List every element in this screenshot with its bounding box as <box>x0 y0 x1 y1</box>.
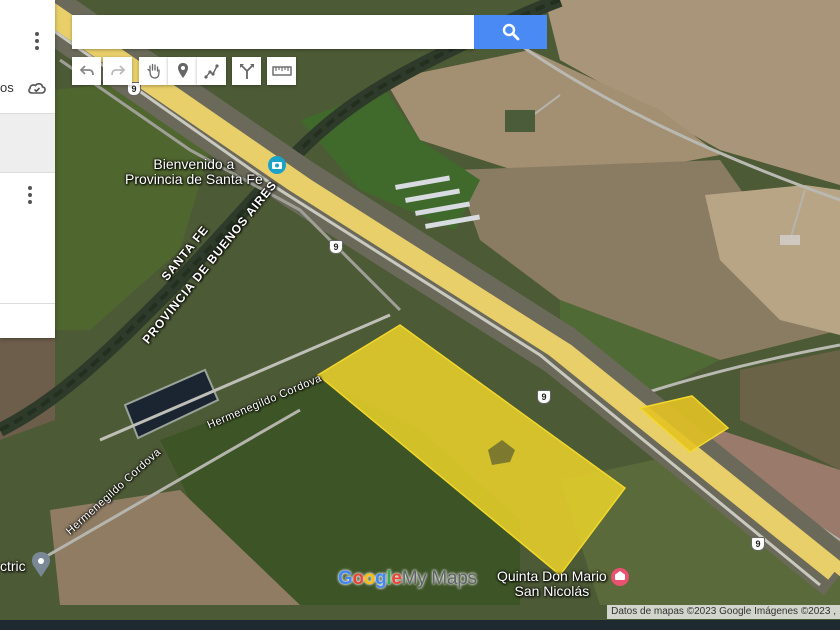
logo-letter: o <box>363 568 376 589</box>
undo-button[interactable] <box>72 57 101 85</box>
route-shield: 9 <box>537 390 551 404</box>
place-label-electric[interactable]: ctric <box>0 559 26 574</box>
cloud-save-icon[interactable] <box>27 80 47 96</box>
directions-button[interactable] <box>232 57 261 85</box>
route-shield: 9 <box>329 240 343 254</box>
camera-place-marker-icon[interactable] <box>268 156 286 174</box>
undo-icon <box>79 65 94 76</box>
logo-letter: o <box>352 568 364 589</box>
search-input[interactable] <box>72 15 474 49</box>
map-options-menu-icon[interactable] <box>27 31 47 51</box>
logo-letter: e <box>391 568 402 589</box>
quinta-place-marker-icon[interactable] <box>611 568 629 586</box>
footer-strip <box>0 620 840 630</box>
hand-icon <box>146 63 160 79</box>
redo-icon <box>110 65 125 76</box>
directions-icon <box>239 64 254 79</box>
logo-mymaps-text: My Maps <box>401 568 477 589</box>
panel-divider <box>0 172 55 173</box>
logo-google-text: Google <box>338 568 402 589</box>
draw-line-button[interactable] <box>197 57 226 85</box>
marker-icon <box>177 63 188 78</box>
side-panel: os <box>0 0 55 338</box>
route-shield: 9 <box>751 537 765 551</box>
pan-button[interactable] <box>139 57 168 85</box>
redo-button[interactable] <box>103 57 132 85</box>
map-attribution[interactable]: Datos de mapas ©2023 Google Imágenes ©20… <box>607 605 840 619</box>
layer-options-menu-icon[interactable] <box>20 185 40 205</box>
satellite-map[interactable] <box>0 0 840 630</box>
layer-row-selected[interactable] <box>0 114 55 172</box>
panel-divider <box>0 303 55 304</box>
search-icon <box>502 23 519 41</box>
ruler-icon <box>271 66 292 76</box>
logo-letter: g <box>375 568 387 589</box>
layer-text-fragment: os <box>0 80 14 95</box>
logo-letter: G <box>338 568 353 589</box>
measure-button[interactable] <box>267 57 296 85</box>
draw-line-icon <box>203 64 219 79</box>
add-marker-button[interactable] <box>168 57 197 85</box>
search-button[interactable] <box>474 15 547 49</box>
place-label-welcome[interactable]: Bienvenido a Provincia de Santa Fe <box>125 157 263 187</box>
google-mymaps-logo: GoogleMy Maps <box>338 568 477 590</box>
place-label-quinta[interactable]: Quinta Don Mario San Nicolás <box>497 569 607 599</box>
